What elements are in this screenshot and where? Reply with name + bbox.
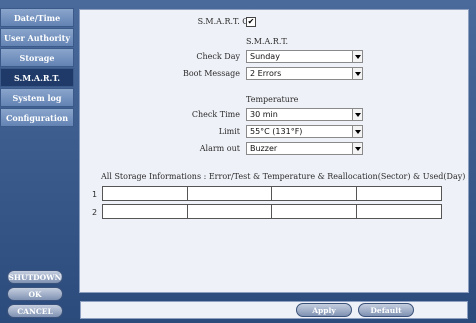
storage-info-cell (357, 187, 442, 200)
shutdown-button[interactable]: SHUTDOWN (7, 270, 63, 284)
storage-info-row (102, 204, 442, 219)
storage-info-cell (188, 187, 272, 200)
apply-button[interactable]: Apply (296, 303, 352, 317)
chevron-down-icon[interactable] (352, 51, 362, 62)
limit-label: Limit (218, 127, 240, 136)
alarm-out-label: Alarm out (199, 144, 240, 153)
smart-section-label: S.M.A.R.T. (246, 37, 289, 46)
boot-message-value: 2 Errors (250, 69, 282, 78)
chevron-down-icon[interactable] (352, 109, 362, 120)
check-time-value: 30 min (250, 110, 278, 119)
cancel-button[interactable]: CANCEL (7, 304, 63, 318)
sidebar-item-user-authority[interactable]: User Authority (0, 28, 74, 47)
sidebar-item-date-time[interactable]: Date/Time (0, 8, 74, 27)
check-time-select[interactable]: 30 min (246, 108, 363, 121)
check-day-label: Check Day (196, 52, 240, 61)
smart-on-checkbox[interactable]: ✔ (246, 17, 256, 27)
ok-button[interactable]: OK (7, 287, 63, 301)
sidebar-item-system-log[interactable]: System log (0, 88, 74, 107)
storage-info-cell (272, 205, 357, 218)
sidebar-item-smart[interactable]: S.M.A.R.T. (0, 68, 74, 87)
limit-select[interactable]: 55°C (131°F) (246, 125, 363, 138)
chevron-down-icon[interactable] (352, 68, 362, 79)
temperature-section-label: Temperature (246, 95, 299, 104)
default-button[interactable]: Default (358, 303, 414, 317)
smart-settings-panel: S.M.A.R.T. On ✔ S.M.A.R.T. Check Day Sun… (79, 9, 469, 293)
storage-info-row (102, 186, 442, 201)
storage-info-cell (357, 205, 442, 218)
storage-info-cell (272, 187, 357, 200)
storage-info-cell (188, 205, 272, 218)
alarm-out-select[interactable]: Buzzer (246, 142, 363, 155)
chevron-down-icon[interactable] (352, 126, 362, 137)
storage-row-number: 1 (92, 190, 98, 199)
check-day-value: Sunday (250, 52, 280, 61)
sidebar: Date/Time User Authority Storage S.M.A.R… (0, 8, 77, 128)
check-time-label: Check Time (191, 110, 240, 119)
boot-message-select[interactable]: 2 Errors (246, 67, 363, 80)
storage-info-cell (103, 205, 188, 218)
sidebar-item-storage[interactable]: Storage (0, 48, 74, 67)
boot-message-label: Boot Message (182, 69, 240, 78)
alarm-out-value: Buzzer (250, 144, 278, 153)
limit-value: 55°C (131°F) (250, 127, 303, 136)
chevron-down-icon[interactable] (352, 143, 362, 154)
smart-on-label: S.M.A.R.T. On (197, 17, 254, 26)
check-day-select[interactable]: Sunday (246, 50, 363, 63)
storage-info-title: All Storage Informations : Error/Test & … (101, 172, 466, 181)
storage-row-number: 2 (92, 208, 98, 217)
storage-info-cell (103, 187, 188, 200)
sidebar-item-configuration[interactable]: Configuration (0, 108, 74, 127)
